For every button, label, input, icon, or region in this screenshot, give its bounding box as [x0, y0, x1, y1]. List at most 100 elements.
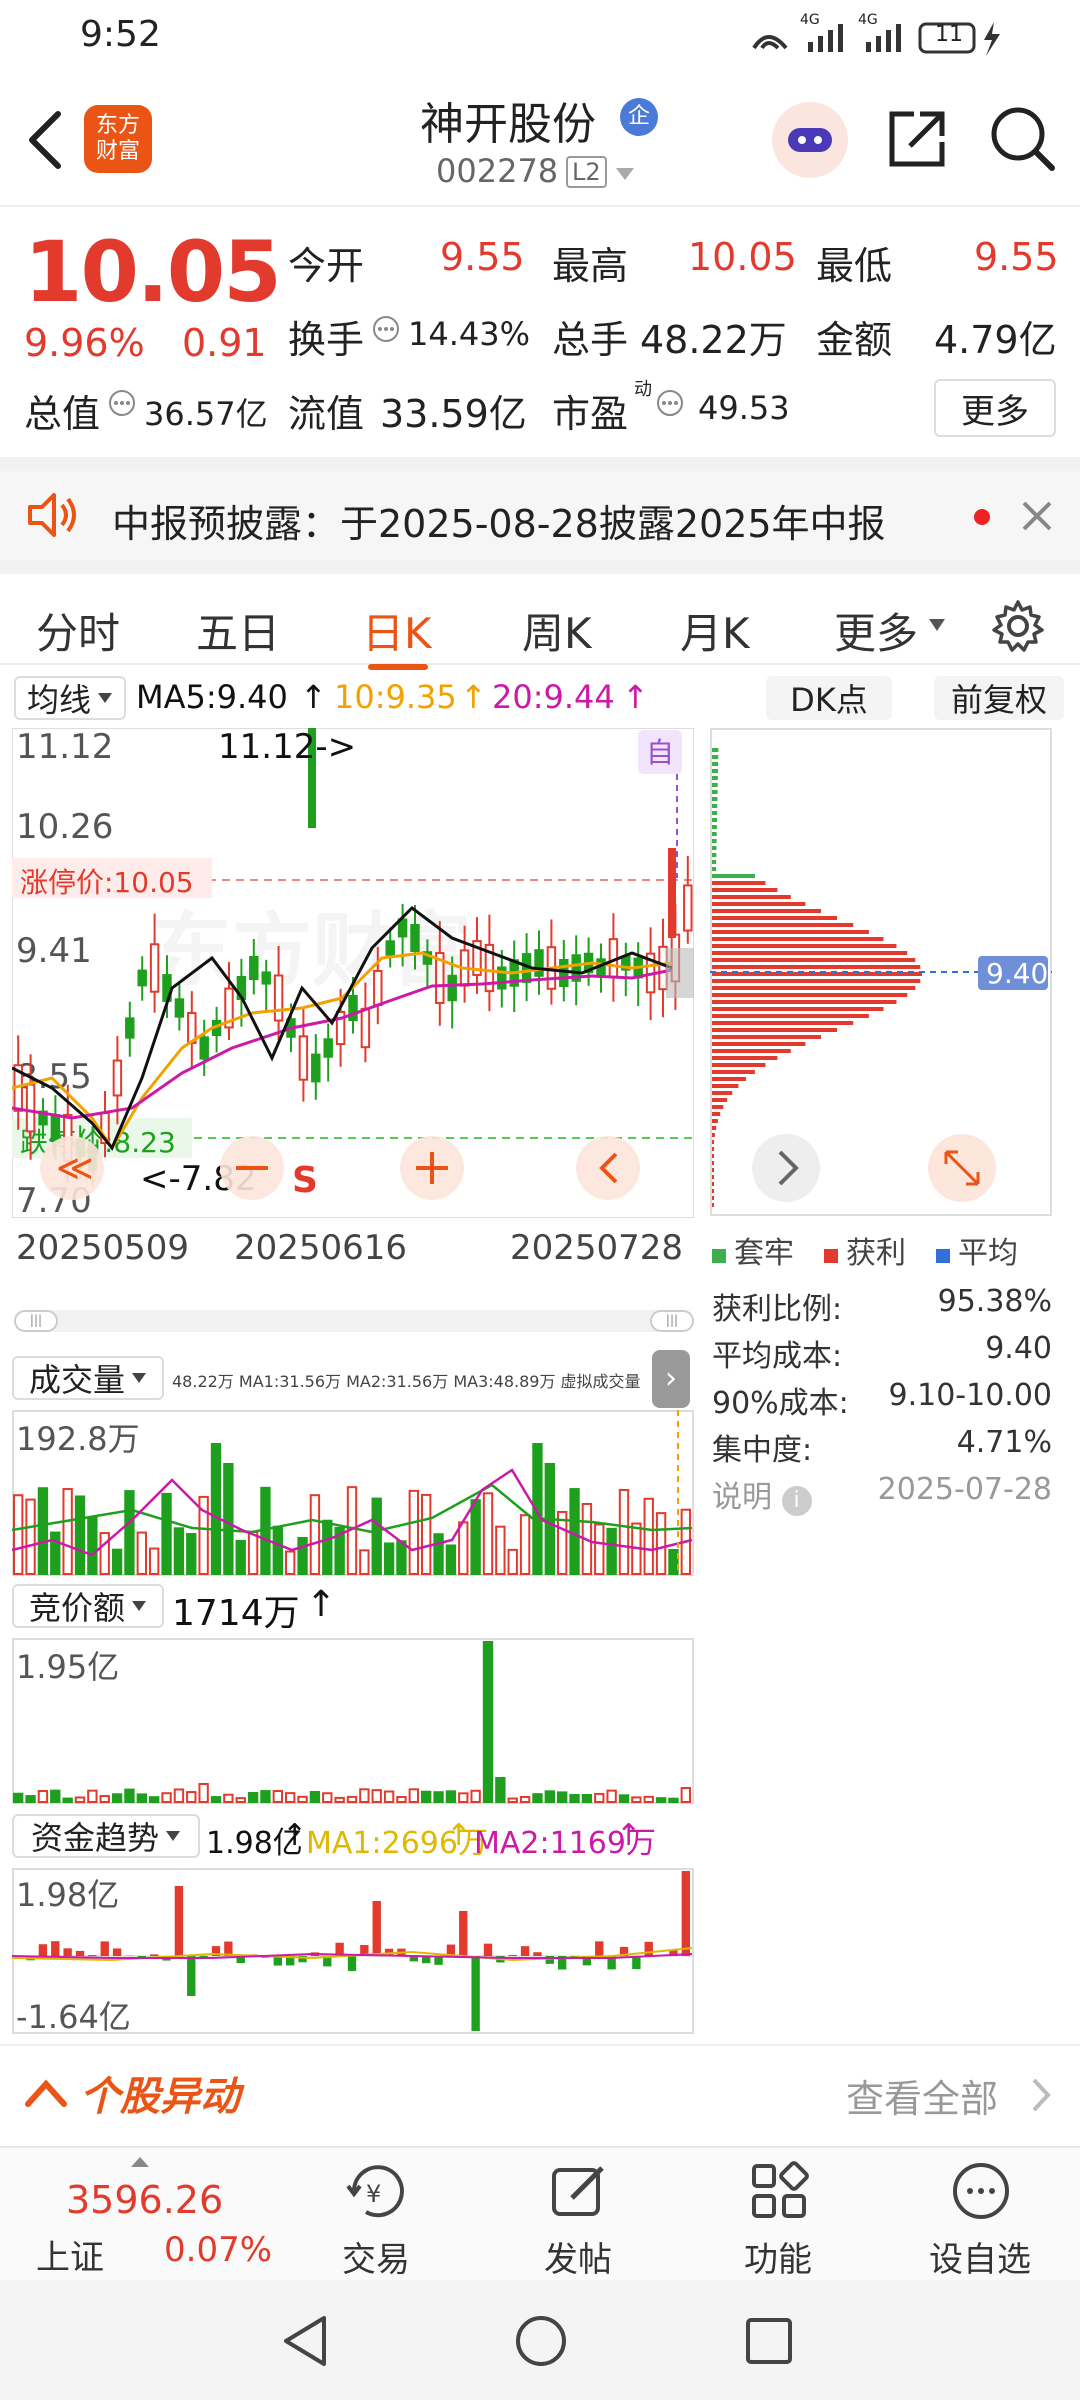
app-logo[interactable]: 东方 财富 — [84, 105, 152, 173]
trade-icon[interactable]: ¥ — [344, 2160, 410, 2226]
tab-more[interactable]: 更多 — [834, 600, 918, 661]
panel-switch-button[interactable]: › — [652, 1350, 690, 1408]
caret-down-icon — [929, 619, 945, 631]
trade-label[interactable]: 交易 — [306, 2232, 446, 2281]
range-handle-left[interactable]: ||| — [14, 1310, 58, 1332]
chip-bar — [712, 783, 718, 787]
zoom-out-button[interactable] — [220, 1136, 284, 1200]
fund-bar — [38, 1944, 48, 1956]
stat-row: 90%成本: 9.10-10.00 — [712, 1378, 1052, 1425]
volume-selector[interactable]: 成交量 — [12, 1356, 164, 1400]
auction-bar — [247, 1791, 259, 1804]
note-row[interactable]: 说明 i 2025-07-28 — [712, 1472, 1052, 1519]
chip-bar — [712, 839, 717, 843]
back-icon[interactable] — [22, 108, 66, 172]
ma10-label: 10:9.35 — [334, 678, 457, 716]
nav-home-icon[interactable] — [514, 2314, 568, 2368]
nav-recents-icon[interactable] — [744, 2316, 794, 2366]
tab-intraday[interactable]: 分时 — [36, 600, 120, 661]
tab-five-day[interactable]: 五日 — [196, 600, 280, 661]
turnover-label: 换手 — [288, 318, 365, 362]
functions-icon[interactable] — [748, 2160, 810, 2222]
volume-bar — [124, 1490, 135, 1575]
chip-bar — [712, 930, 869, 934]
dk-point-label: DK点 — [790, 681, 868, 719]
info-icon[interactable]: i — [781, 1486, 812, 1516]
step-back-button[interactable] — [576, 1136, 640, 1200]
pe-dynamic-mark: 动 — [634, 379, 652, 400]
auction-bar — [606, 1789, 617, 1804]
chip-bar — [712, 944, 897, 948]
info-dots-icon[interactable] — [656, 389, 684, 417]
adjust-button[interactable]: 前复权 — [934, 676, 1064, 720]
collapse-icon[interactable] — [24, 2078, 68, 2108]
fund-trend-selector[interactable]: 资金趋势 — [12, 1814, 200, 1858]
chip-expand-button[interactable] — [928, 1134, 996, 1202]
chip-bar — [712, 993, 908, 997]
index-widget[interactable]: 3596.26 上证 0.07% — [0, 2148, 290, 2282]
add-watchlist-label[interactable]: 设自选 — [910, 2232, 1050, 2281]
info-dots-icon[interactable] — [372, 315, 400, 343]
functions-label[interactable]: 功能 — [708, 2232, 848, 2281]
auction-value: 1714万 — [172, 1593, 300, 1634]
info-dots-icon[interactable] — [108, 389, 136, 417]
kline-chart[interactable]: 东方财富 涨停价:10.05 跌停价:8.23 11.12 10.26 9.41… — [12, 728, 694, 1218]
fund-bar — [137, 1956, 146, 1958]
dk-point-button[interactable]: DK点 — [766, 676, 892, 720]
range-handle-right[interactable]: ||| — [650, 1310, 694, 1332]
post-icon[interactable] — [548, 2160, 610, 2222]
volume-chart[interactable]: 192.8万 — [12, 1410, 694, 1576]
settings-gear-icon[interactable] — [990, 598, 1046, 654]
chip-bar — [712, 1077, 746, 1081]
ma-selector[interactable]: 均线 — [14, 676, 126, 720]
tab-daily-k[interactable]: 日K — [362, 600, 432, 661]
volume-bar — [50, 1531, 61, 1575]
chip-bar — [712, 755, 719, 759]
dropdown-icon[interactable] — [614, 166, 636, 182]
more-button[interactable]: 更多 — [934, 379, 1056, 437]
chip-bar — [712, 1014, 869, 1018]
view-all-link[interactable]: 查看全部 — [846, 2068, 998, 2123]
stat-label: 90%成本: — [712, 1386, 849, 1421]
assistant-avatar[interactable] — [772, 102, 848, 178]
volume-bar — [235, 1539, 246, 1576]
auction-bar — [519, 1796, 531, 1804]
volume-bar — [173, 1527, 185, 1575]
close-icon[interactable] — [1020, 499, 1054, 533]
notice-bar[interactable]: 中报预披露：于2025-08-28披露2025年中报 — [0, 457, 1080, 560]
volume-bar — [594, 1523, 605, 1575]
post-label[interactable]: 发帖 — [508, 2232, 648, 2281]
share-icon[interactable] — [884, 106, 950, 172]
nav-back-icon[interactable] — [280, 2314, 332, 2368]
zoom-in-button[interactable] — [400, 1136, 464, 1200]
auction-chart[interactable]: 1.95亿 — [12, 1638, 694, 1804]
chip-next-button[interactable] — [752, 1134, 820, 1202]
fund-bar — [100, 1941, 109, 1956]
scroll-handle[interactable] — [666, 948, 694, 998]
tab-monthly-k[interactable]: 月K — [680, 600, 750, 661]
search-icon[interactable] — [988, 104, 1058, 174]
auction-bar — [680, 1787, 691, 1803]
ma5-label: MA5:9.40 — [136, 678, 288, 716]
fund-bar — [533, 1952, 542, 1956]
auction-bar — [235, 1797, 246, 1803]
chip-bar — [712, 818, 717, 822]
low-label: 最低 — [816, 244, 893, 288]
fund-trend-chart[interactable]: 1.98亿 -1.64亿 — [12, 1868, 694, 2034]
auction-bar — [507, 1797, 518, 1803]
prev-arrow-button[interactable]: ≪ — [40, 1136, 104, 1200]
notice-text: 中报预披露：于2025-08-28披露2025年中报 — [112, 502, 886, 546]
date-label-3: 20250728 — [510, 1228, 684, 1268]
tab-weekly-k[interactable]: 周K — [522, 600, 592, 661]
chip-bar — [712, 832, 717, 836]
chip-distribution-chart[interactable]: 9.40 — [710, 728, 1052, 1216]
volume-bar — [470, 1499, 481, 1575]
chip-bar — [712, 1161, 714, 1165]
stat-row: 获利比例: 95.38% — [712, 1284, 1052, 1331]
chip-bar — [712, 1182, 714, 1186]
volume-bar — [297, 1536, 308, 1576]
add-watchlist-icon[interactable] — [950, 2160, 1012, 2222]
chip-bar — [712, 1098, 728, 1102]
range-slider[interactable]: ||| ||| — [14, 1310, 694, 1332]
auction-selector[interactable]: 竞价额 — [12, 1584, 164, 1628]
